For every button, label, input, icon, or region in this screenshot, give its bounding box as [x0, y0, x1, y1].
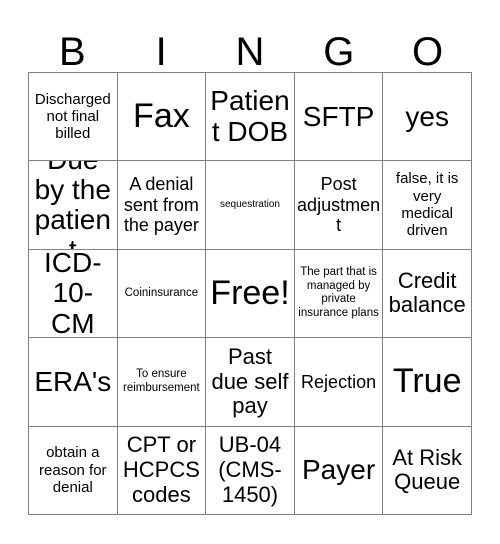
bingo-cell-g5[interactable]: Payer	[294, 426, 384, 515]
bingo-cell-label: UB-04 (CMS-1450)	[218, 432, 282, 507]
bingo-row: Discharged not final billed Fax Patient …	[29, 73, 472, 162]
bingo-header-letter-i: I	[155, 30, 167, 74]
bingo-cell-label: Free!	[210, 273, 290, 312]
bingo-cell-n1[interactable]: Patient DOB	[206, 73, 295, 162]
bingo-cell-label: Due by the patient	[34, 161, 111, 248]
bingo-cell-n5[interactable]: UB-04 (CMS-1450)	[206, 426, 295, 515]
bingo-cell-b5[interactable]: obtain a reason for denial	[29, 426, 118, 515]
bingo-row: obtain a reason for denial CPT or HCPCS …	[29, 426, 472, 515]
bingo-cell-label: To ensure reimbursement	[123, 368, 200, 394]
bingo-cell-label: Payer	[302, 454, 376, 486]
bingo-cell-b1[interactable]: Discharged not final billed	[29, 73, 118, 162]
bingo-cell-label: Post adjustment	[297, 174, 381, 236]
bingo-cell-label: Credit balance	[388, 267, 466, 318]
bingo-cell-label: The part that is managed by private insu…	[298, 265, 379, 320]
bingo-cell-b3[interactable]: ICD-10-CM	[29, 249, 118, 339]
bingo-cell-b2[interactable]: Due by the patient	[29, 161, 118, 250]
bingo-cell-n2[interactable]: sequestration	[206, 161, 295, 250]
bingo-cell-label: Coininsurance	[124, 286, 199, 299]
bingo-cell-label: yes	[405, 100, 449, 132]
bingo-header-row: B I N G O	[28, 20, 472, 72]
bingo-header-letter-g: G	[323, 30, 355, 74]
bingo-cell-g3[interactable]: The part that is managed by private insu…	[294, 249, 384, 339]
bingo-cell-label: Discharged not final billed	[34, 90, 111, 143]
bingo-cell-label: obtain a reason for denial	[39, 444, 107, 496]
bingo-cell-o2[interactable]: false, it is very medical driven	[383, 161, 472, 250]
bingo-cell-label: Fax	[133, 96, 190, 135]
bingo-row: ERA's To ensure reimbursement Past due s…	[29, 338, 472, 427]
bingo-row: Due by the patient A denial sent from th…	[29, 161, 472, 250]
bingo-header-letter-n: N	[235, 30, 265, 74]
bingo-cell-label: At Risk Queue	[392, 444, 463, 495]
bingo-row: ICD-10-CM Coininsurance Free! The part t…	[29, 249, 472, 339]
bingo-cell-i4[interactable]: To ensure reimbursement	[117, 338, 207, 427]
bingo-cell-i1[interactable]: Fax	[117, 73, 207, 162]
bingo-cell-label: Past due self pay	[211, 343, 289, 419]
bingo-cell-label: sequestration	[219, 198, 280, 210]
bingo-cell-label: ICD-10-CM	[44, 249, 102, 339]
bingo-cell-g2[interactable]: Post adjustment	[294, 161, 384, 250]
bingo-cell-n4[interactable]: Past due self pay	[206, 338, 295, 427]
bingo-cell-label: false, it is very medical driven	[395, 170, 459, 240]
bingo-card: B I N G O Discharged not final billed Fa…	[28, 20, 472, 515]
bingo-header-letter-o: O	[412, 30, 444, 74]
bingo-cell-o3[interactable]: Credit balance	[383, 249, 472, 339]
bingo-cell-label: True	[392, 362, 462, 401]
bingo-cell-label: A denial sent from the payer	[123, 174, 199, 236]
bingo-cell-g4[interactable]: Rejection	[294, 338, 384, 427]
bingo-cell-g1[interactable]: SFTP	[294, 73, 384, 162]
bingo-header-letter-b: B	[59, 30, 86, 74]
bingo-cell-i2[interactable]: A denial sent from the payer	[117, 161, 207, 250]
bingo-cell-i5[interactable]: CPT or HCPCS codes	[117, 426, 207, 515]
bingo-cell-o5[interactable]: At Risk Queue	[383, 426, 472, 515]
bingo-cell-label: ERA's	[34, 365, 112, 397]
bingo-cell-label: SFTP	[302, 100, 375, 132]
bingo-cell-label: Patient DOB	[210, 85, 290, 147]
bingo-cell-b4[interactable]: ERA's	[29, 338, 118, 427]
bingo-cell-label: CPT or HCPCS codes	[122, 432, 200, 507]
bingo-cell-free-space[interactable]: Free!	[206, 249, 295, 339]
bingo-cell-label: Rejection	[301, 371, 377, 392]
bingo-cell-o4[interactable]: True	[383, 338, 472, 427]
bingo-grid: Discharged not final billed Fax Patient …	[28, 72, 472, 515]
bingo-cell-o1[interactable]: yes	[383, 73, 472, 162]
bingo-cell-i3[interactable]: Coininsurance	[117, 249, 207, 339]
